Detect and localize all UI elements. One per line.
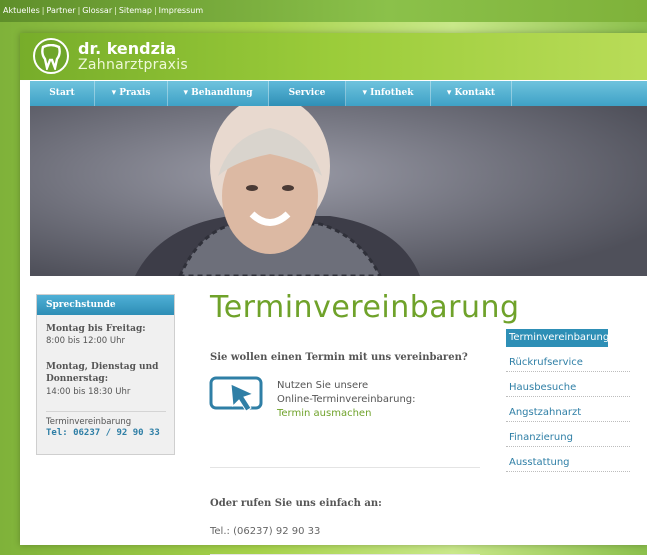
divider: [46, 411, 166, 412]
main-content: Terminvereinbarung Sie wollen einen Term…: [184, 276, 647, 555]
online-text-2: Online-Terminvereinbarung:: [277, 394, 416, 405]
online-appointment-icon[interactable]: [209, 376, 265, 412]
sprechstunde-phone[interactable]: Tel: 06237 / 92 90 33: [46, 428, 160, 438]
termin-link[interactable]: Termin ausmachen: [277, 408, 371, 419]
appointment-label: Terminvereinbarung: [46, 417, 132, 427]
top-bar: Aktuelles | Partner | Glossar | Sitemap | Impres…: [0, 0, 647, 22]
rnav-hausbesuche[interactable]: Hausbesuche: [506, 379, 630, 397]
separator: |: [114, 6, 117, 15]
nav-praxis[interactable]: ▾ Praxis: [95, 81, 168, 106]
nav-service[interactable]: Service: [269, 81, 346, 106]
top-link-partner[interactable]: Partner: [46, 6, 75, 15]
top-link-aktuelles[interactable]: Aktuelles: [3, 6, 40, 15]
question-heading: Sie wollen einen Termin mit uns vereinba…: [210, 352, 468, 363]
telephone: Tel.: (06237) 92 90 33: [210, 526, 321, 537]
sprechstunde-box: Sprechstunde Montag bis Freitag: 8:00 bi…: [36, 294, 175, 455]
site-header: dr. kendzia Zahnarztpraxis: [20, 33, 647, 80]
hours-label-2: Montag, Dienstag und Donnerstag:: [46, 362, 159, 384]
hours-value-2: 14:00 bis 18:30 Uhr: [46, 387, 131, 397]
rnav-angstzahnarzt[interactable]: Angstzahnarzt: [506, 404, 630, 422]
top-links: Aktuelles | Partner | Glossar | Sitemap | Impres…: [3, 0, 203, 22]
hours-label-1: Montag bis Freitag:: [46, 324, 146, 334]
hours-value-1: 8:00 bis 12:00 Uhr: [46, 336, 125, 346]
nav-kontakt[interactable]: ▾ Kontakt: [431, 81, 512, 106]
page-title: Terminvereinbarung: [210, 290, 520, 325]
tooth-logo-icon[interactable]: [33, 38, 69, 74]
separator: |: [153, 6, 157, 15]
top-link-impressum[interactable]: Impressum: [159, 6, 203, 15]
hero-image: [30, 106, 647, 276]
brand-subtitle: Zahnarztpraxis: [78, 57, 188, 73]
top-link-sitemap[interactable]: Sitemap: [119, 6, 152, 15]
rnav-rueckrufservice[interactable]: Rückrufservice: [506, 354, 630, 372]
nav-behandlung[interactable]: ▾ Behandlung: [168, 81, 269, 106]
hero-portrait: [30, 106, 647, 276]
rnav-terminvereinbarung[interactable]: Terminvereinbarung: [506, 329, 609, 347]
nav-infothek[interactable]: ▾ Infothek: [346, 81, 431, 106]
top-link-glossar[interactable]: Glossar: [82, 6, 112, 15]
nav-start[interactable]: Start: [30, 81, 95, 106]
page-frame: dr. kendzia Zahnarztpraxis Start ▾ Praxi…: [20, 33, 647, 555]
rnav-finanzierung[interactable]: Finanzierung: [506, 429, 630, 447]
brand-name[interactable]: dr. kendzia: [78, 39, 176, 58]
main-nav: Start ▾ Praxis ▾ Behandlung Service ▾ In…: [30, 81, 647, 106]
divider: [210, 467, 480, 468]
rnav-ausstattung[interactable]: Ausstattung: [506, 454, 630, 472]
sprechstunde-title: Sprechstunde: [37, 295, 174, 315]
online-text-1: Nutzen Sie unsere: [277, 380, 369, 391]
call-heading: Oder rufen Sie uns einfach an:: [210, 498, 382, 509]
